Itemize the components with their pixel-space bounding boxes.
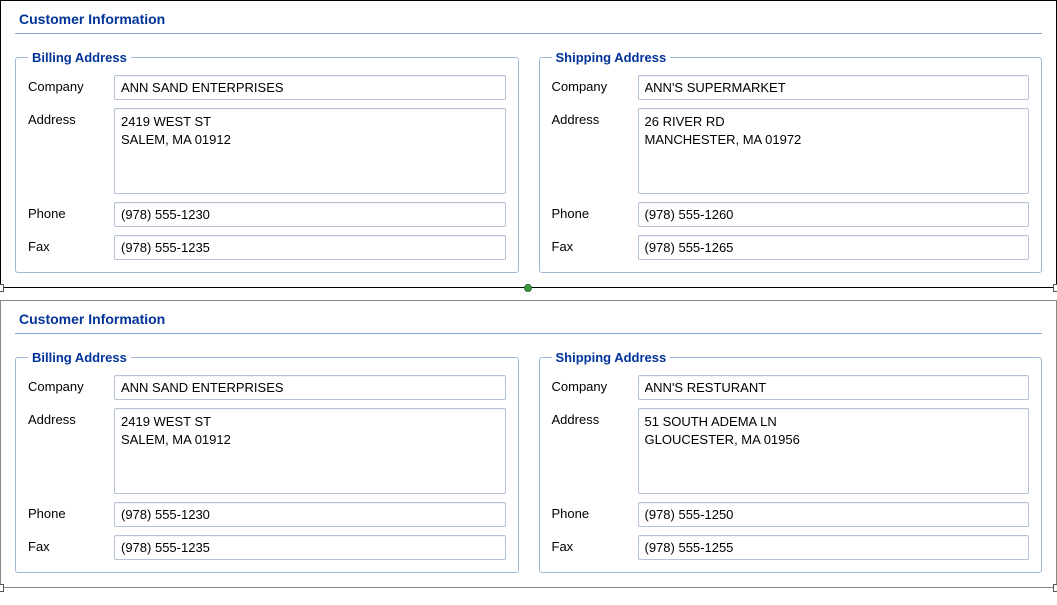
billing-address-input[interactable]: 2419 WEST ST SALEM, MA 01912	[114, 108, 506, 194]
address-label: Address	[552, 408, 638, 427]
billing-company-input[interactable]	[114, 75, 506, 100]
shipping-address-group: Shipping Address Company Address 26 RIVE…	[539, 50, 1043, 273]
billing-address-group: Billing Address Company Address 2419 WES…	[15, 350, 519, 573]
shipping-company-input[interactable]	[638, 75, 1030, 100]
shipping-legend: Shipping Address	[552, 50, 671, 65]
panel-title: Customer Information	[15, 11, 1042, 27]
company-label: Company	[552, 375, 638, 394]
phone-label: Phone	[28, 502, 114, 521]
fax-label: Fax	[552, 235, 638, 254]
billing-fax-input[interactable]	[114, 235, 506, 260]
shipping-address-input[interactable]: 51 SOUTH ADEMA LN GLOUCESTER, MA 01956	[638, 408, 1030, 494]
resize-handle-icon[interactable]	[524, 284, 532, 292]
billing-legend: Billing Address	[28, 50, 131, 65]
shipping-address-group: Shipping Address Company Address 51 SOUT…	[539, 350, 1043, 573]
billing-company-input[interactable]	[114, 375, 506, 400]
resize-handle-icon[interactable]	[0, 584, 4, 592]
company-label: Company	[28, 375, 114, 394]
shipping-fax-input[interactable]	[638, 535, 1030, 560]
customer-info-panel: Customer Information Billing Address Com…	[0, 300, 1057, 588]
shipping-fax-input[interactable]	[638, 235, 1030, 260]
customer-info-panel: Customer Information Billing Address Com…	[0, 0, 1057, 288]
shipping-company-input[interactable]	[638, 375, 1030, 400]
company-label: Company	[552, 75, 638, 94]
address-label: Address	[28, 108, 114, 127]
address-label: Address	[28, 408, 114, 427]
divider	[15, 333, 1042, 334]
phone-label: Phone	[552, 502, 638, 521]
panel-title: Customer Information	[15, 311, 1042, 327]
address-label: Address	[552, 108, 638, 127]
resize-handle-icon[interactable]	[1053, 284, 1057, 292]
billing-phone-input[interactable]	[114, 502, 506, 527]
divider	[15, 33, 1042, 34]
fax-label: Fax	[28, 235, 114, 254]
shipping-phone-input[interactable]	[638, 202, 1030, 227]
company-label: Company	[28, 75, 114, 94]
phone-label: Phone	[552, 202, 638, 221]
resize-handle-icon[interactable]	[0, 284, 4, 292]
fax-label: Fax	[552, 535, 638, 554]
billing-address-group: Billing Address Company Address 2419 WES…	[15, 50, 519, 273]
billing-address-input[interactable]: 2419 WEST ST SALEM, MA 01912	[114, 408, 506, 494]
phone-label: Phone	[28, 202, 114, 221]
resize-handle-icon[interactable]	[1053, 584, 1057, 592]
billing-fax-input[interactable]	[114, 535, 506, 560]
shipping-legend: Shipping Address	[552, 350, 671, 365]
shipping-address-input[interactable]: 26 RIVER RD MANCHESTER, MA 01972	[638, 108, 1030, 194]
billing-legend: Billing Address	[28, 350, 131, 365]
billing-phone-input[interactable]	[114, 202, 506, 227]
shipping-phone-input[interactable]	[638, 502, 1030, 527]
fax-label: Fax	[28, 535, 114, 554]
